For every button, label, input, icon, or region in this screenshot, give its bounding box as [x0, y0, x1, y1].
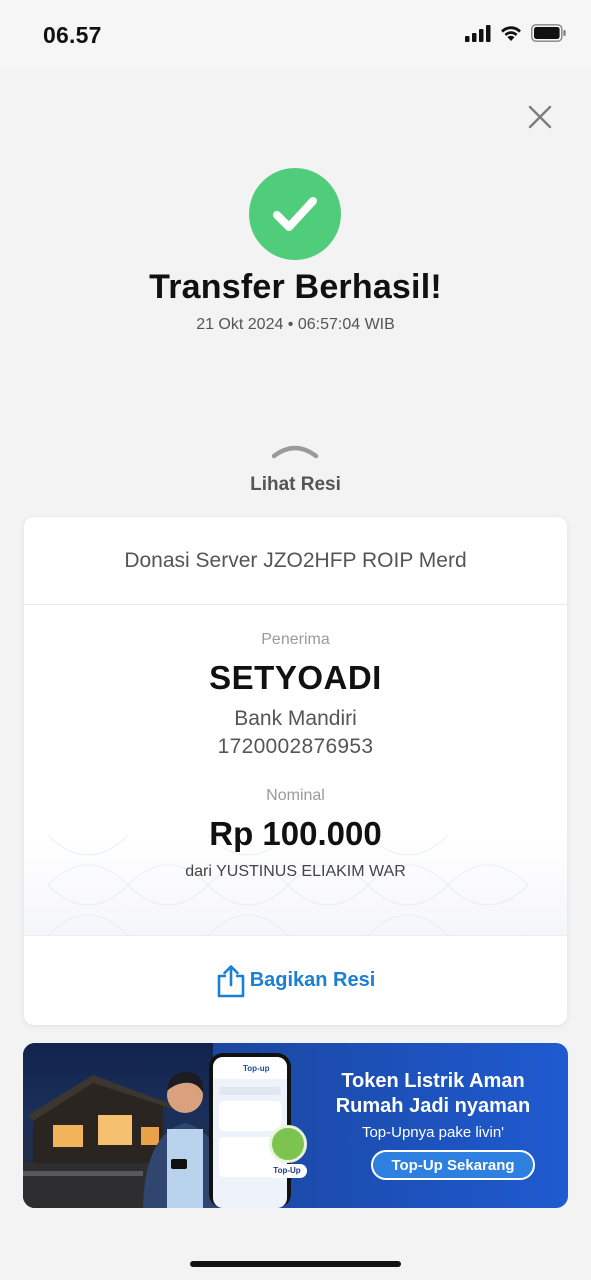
share-receipt-button[interactable]: Bagikan Resi — [24, 935, 567, 1025]
chevron-up-icon[interactable] — [270, 442, 320, 460]
banner-subtitle: Top-Upnya pake livin' — [361, 1124, 505, 1141]
receipt-card: Donasi Server JZO2HFP ROIP Merd Penerima… — [24, 517, 567, 1025]
amount-label: Nominal — [266, 787, 325, 804]
phone-screen-header: Top-up — [213, 1057, 287, 1079]
recipient-account-number: 1720002876953 — [217, 735, 374, 758]
page-title: Transfer Berhasil! — [149, 268, 442, 306]
success-check-icon — [249, 168, 341, 260]
battery-icon — [531, 24, 566, 42]
banner-headline-1: Token Listrik Aman — [341, 1070, 525, 1092]
status-bar: 06.57 — [0, 0, 591, 70]
home-indicator[interactable] — [190, 1261, 401, 1267]
recipient-bank: Bank Mandiri — [234, 707, 357, 730]
close-icon[interactable] — [524, 101, 556, 133]
banner-headline-2: Rumah Jadi nyaman — [335, 1095, 531, 1117]
share-receipt-label: Bagikan Resi — [249, 969, 376, 991]
checkmark-icon — [273, 197, 317, 231]
status-icons — [465, 24, 567, 42]
recipient-name: SETYOADI — [209, 659, 382, 696]
topup-badge: Top-Up — [267, 1164, 307, 1178]
transfer-description: Donasi Server JZO2HFP ROIP Merd — [24, 517, 567, 605]
electric-token-icon — [269, 1125, 307, 1163]
amount-value: Rp 100.000 — [209, 815, 382, 852]
sender-name: dari YUSTINUS ELIAKIM WAR — [185, 863, 406, 880]
recipient-label: Penerima — [261, 631, 330, 648]
wifi-icon — [501, 26, 521, 41]
share-icon — [217, 964, 244, 997]
signal-icon — [465, 24, 491, 42]
transfer-datetime: 21 Okt 2024 • 06:57:04 WIB — [196, 316, 395, 333]
receipt-body: Penerima SETYOADI Bank Mandiri 172000287… — [24, 605, 567, 935]
status-time: 06.57 — [43, 22, 102, 48]
promo-banner[interactable]: Top-up Top-Up Token Listrik Aman Rumah J… — [23, 1043, 568, 1208]
view-receipt-link[interactable]: Lihat Resi — [0, 474, 591, 496]
topup-now-button[interactable]: Top-Up Sekarang — [371, 1150, 535, 1180]
